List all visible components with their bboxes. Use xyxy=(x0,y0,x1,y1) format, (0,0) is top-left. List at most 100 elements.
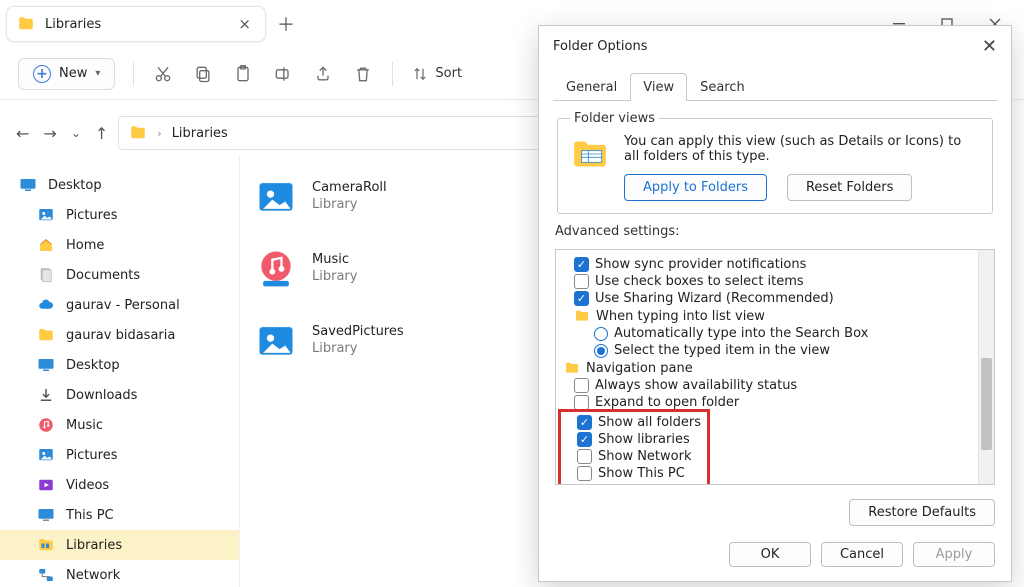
checkbox-icon xyxy=(577,449,592,464)
tab-label: Search xyxy=(700,80,745,95)
tab-general[interactable]: General xyxy=(553,73,630,101)
sidebar-item-music[interactable]: Music xyxy=(0,410,239,440)
scrollbar[interactable] xyxy=(978,250,994,484)
checkbox-icon xyxy=(574,274,589,289)
folder-views-icon xyxy=(570,134,610,174)
delete-icon[interactable] xyxy=(352,63,374,85)
sort-label: Sort xyxy=(435,66,462,81)
sidebar-item-label: Videos xyxy=(66,478,109,493)
network-icon xyxy=(36,565,56,585)
sidebar-item-label: Desktop xyxy=(48,178,102,193)
item-name: CameraRoll xyxy=(312,180,387,195)
folder-views-legend: Folder views xyxy=(570,111,659,126)
folder-icon xyxy=(129,124,147,142)
sidebar-item-downloads[interactable]: Downloads xyxy=(0,380,239,410)
checkbox-icon: ✓ xyxy=(574,257,589,272)
chevron-right-icon: › xyxy=(157,127,161,140)
up-button[interactable]: ↑ xyxy=(95,124,108,143)
scrollbar-thumb[interactable] xyxy=(981,358,992,450)
dialog-footer: OK Cancel Apply xyxy=(539,532,1011,581)
sidebar-item-label: Desktop xyxy=(66,358,120,373)
sidebar-item-this-pc[interactable]: This PC xyxy=(0,500,239,530)
paste-icon[interactable] xyxy=(232,63,254,85)
sidebar-item-videos[interactable]: Videos xyxy=(0,470,239,500)
apply-button[interactable]: Apply xyxy=(913,542,995,567)
music-library-icon xyxy=(254,246,298,290)
setting-show-all-folders[interactable]: ✓Show all folders xyxy=(567,414,701,431)
checkbox-icon: ✓ xyxy=(577,432,592,447)
dialog-tabs: General View Search xyxy=(553,73,997,101)
apply-to-folders-button[interactable]: Apply to Folders xyxy=(624,174,767,201)
item-name: Music xyxy=(312,252,357,267)
sort-button[interactable]: Sort xyxy=(411,65,462,83)
sidebar-item-userfolder[interactable]: gaurav bidasaria xyxy=(0,320,239,350)
tab-label: View xyxy=(643,80,674,95)
checkbox-icon: ✓ xyxy=(574,291,589,306)
sidebar-item-label: Pictures xyxy=(66,208,117,223)
this-pc-icon xyxy=(36,505,56,525)
pictures-library-icon xyxy=(254,318,298,362)
sidebar-item-label: Downloads xyxy=(66,388,137,403)
dialog-body: Folder views You can apply this view (su… xyxy=(539,101,1011,532)
sidebar-item-network[interactable]: Network xyxy=(0,560,239,587)
new-button[interactable]: + New ▾ xyxy=(18,58,115,90)
checkbox-icon xyxy=(574,395,589,410)
sidebar-item-onedrive[interactable]: gaurav - Personal xyxy=(0,290,239,320)
recent-chevron-icon[interactable]: ⌄ xyxy=(71,126,81,140)
window-tab[interactable]: Libraries × xyxy=(6,6,266,42)
share-icon[interactable] xyxy=(312,63,334,85)
advanced-settings-label: Advanced settings: xyxy=(555,224,995,239)
folder-icon xyxy=(574,308,590,324)
sidebar-item-label: Network xyxy=(66,568,120,583)
sidebar: Desktop Pictures Home Documents gaurav -… xyxy=(0,156,240,587)
folder-views-desc: You can apply this view (such as Details… xyxy=(624,134,961,164)
tab-view[interactable]: View xyxy=(630,73,687,101)
cancel-button[interactable]: Cancel xyxy=(821,542,903,567)
setting-sync-notifications[interactable]: ✓Show sync provider notifications xyxy=(564,256,970,273)
checkbox-icon xyxy=(574,378,589,393)
setting-availability[interactable]: Always show availability status xyxy=(564,377,970,394)
new-tab-button[interactable]: ＋ xyxy=(272,10,300,38)
sidebar-item-desktop[interactable]: Desktop xyxy=(0,350,239,380)
sidebar-item-home[interactable]: Home xyxy=(0,230,239,260)
sidebar-item-pictures[interactable]: Pictures xyxy=(0,200,239,230)
sidebar-item-documents[interactable]: Documents xyxy=(0,260,239,290)
setting-show-network[interactable]: Show Network xyxy=(567,448,701,465)
restore-defaults-button[interactable]: Restore Defaults xyxy=(849,499,995,526)
plus-icon: + xyxy=(33,65,51,83)
advanced-settings-scroll[interactable]: ✓Show sync provider notifications Use ch… xyxy=(556,250,978,484)
close-dialog-button[interactable]: ✕ xyxy=(982,36,997,57)
item-type: Library xyxy=(312,341,404,356)
sidebar-item-pictures-2[interactable]: Pictures xyxy=(0,440,239,470)
setting-sharing-wizard[interactable]: ✓Use Sharing Wizard (Recommended) xyxy=(564,290,970,307)
copy-icon[interactable] xyxy=(192,63,214,85)
setting-typing-auto[interactable]: Automatically type into the Search Box xyxy=(564,325,970,342)
folder-icon xyxy=(36,325,56,345)
item-type: Library xyxy=(312,197,387,212)
radio-icon xyxy=(594,344,608,358)
tab-label: General xyxy=(566,80,617,95)
setting-use-checkboxes[interactable]: Use check boxes to select items xyxy=(564,273,970,290)
radio-icon xyxy=(594,327,608,341)
sidebar-item-libraries[interactable]: Libraries xyxy=(0,530,239,560)
sidebar-item-desktop-root[interactable]: Desktop xyxy=(0,170,239,200)
sidebar-item-label: Documents xyxy=(66,268,140,283)
libraries-icon xyxy=(36,535,56,555)
cut-icon[interactable] xyxy=(152,63,174,85)
pictures-icon xyxy=(36,205,56,225)
setting-group-navigation: Navigation pane xyxy=(564,359,970,377)
close-tab-icon[interactable]: × xyxy=(238,15,251,33)
folder-icon xyxy=(564,360,580,376)
back-button[interactable]: ← xyxy=(16,124,29,143)
setting-show-libraries[interactable]: ✓Show libraries xyxy=(567,431,701,448)
reset-folders-button[interactable]: Reset Folders xyxy=(787,174,912,201)
folder-icon xyxy=(17,15,35,33)
sidebar-item-label: This PC xyxy=(66,508,114,523)
setting-show-this-pc[interactable]: Show This PC xyxy=(567,465,701,482)
forward-button[interactable]: → xyxy=(43,124,56,143)
setting-typing-select[interactable]: Select the typed item in the view xyxy=(564,342,970,359)
ok-button[interactable]: OK xyxy=(729,542,811,567)
tab-search[interactable]: Search xyxy=(687,73,758,101)
rename-icon[interactable] xyxy=(272,63,294,85)
sidebar-item-label: Home xyxy=(66,238,104,253)
